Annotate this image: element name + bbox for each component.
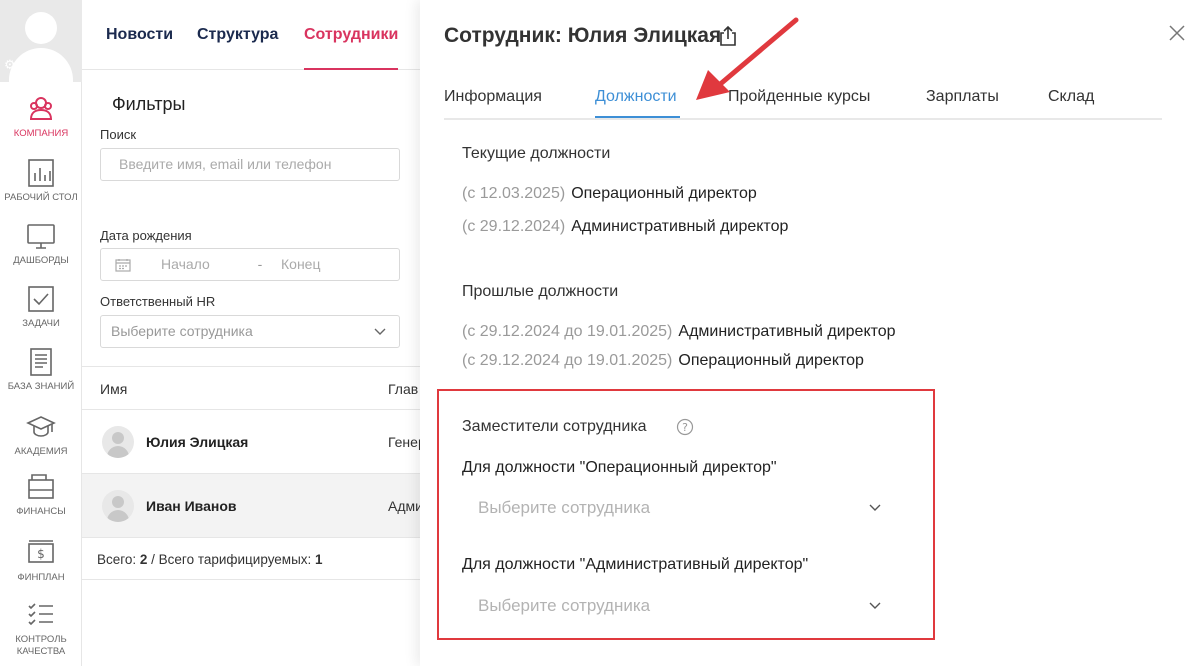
col-position[interactable]: Глав xyxy=(388,381,418,397)
position-date: (с 29.12.2024 до 19.01.2025) xyxy=(462,323,673,340)
chevron-down-icon xyxy=(374,328,386,335)
filters-title: Фильтры xyxy=(112,94,186,114)
calendar-icon xyxy=(115,258,131,272)
deputies-title: Заместители сотрудника xyxy=(462,418,647,435)
col-name[interactable]: Имя xyxy=(100,381,127,397)
panel-tabs: Информация Должности Пройденные курсы За… xyxy=(444,88,1162,120)
position-name: Операционный директор xyxy=(571,185,757,202)
rail-label: АКАДЕМИЯ xyxy=(14,446,68,457)
tab-warehouse[interactable]: Склад xyxy=(1048,88,1094,106)
deputy-select-administrative[interactable]: Выберите сотрудника xyxy=(462,586,892,626)
position-date: (с 29.12.2024 до 19.01.2025) xyxy=(462,352,673,369)
past-position-item: (с 29.12.2024 до 19.01.2025) Операционный… xyxy=(462,352,864,370)
rail-item-finance[interactable]: ФИНАНСЫ xyxy=(0,472,82,518)
tab-salaries[interactable]: Зарплаты xyxy=(926,88,999,106)
rail-item-desktop[interactable]: РАБОЧИЙ СТОЛ xyxy=(0,158,82,204)
checkbox-icon xyxy=(28,286,54,312)
tab-structure[interactable]: Структура xyxy=(197,26,278,44)
hr-select[interactable]: Выберите сотрудника xyxy=(100,315,400,348)
rail-label: РАБОЧИЙ СТОЛ xyxy=(4,192,78,203)
rail-item-finplan[interactable]: $ ФИНПЛАН xyxy=(0,538,82,584)
rail-item-academy[interactable]: АКАДЕМИЯ xyxy=(0,412,82,458)
tab-information[interactable]: Информация xyxy=(444,88,542,106)
position-name: Операционный директор xyxy=(678,352,864,369)
employee-name[interactable]: Юлия Элицкая xyxy=(146,434,248,450)
avatar xyxy=(102,490,134,522)
rail-label: ДАШБОРДЫ xyxy=(13,255,69,266)
filters-panel: Фильтры Поиск Введите имя, email или тел… xyxy=(82,70,422,370)
hr-select-value: Выберите сотрудника xyxy=(111,323,253,339)
panel-title: Сотрудник: Юлия Элицкая xyxy=(444,24,722,47)
current-position-item: (с 12.03.2025) Операционный директор xyxy=(462,185,757,203)
deputy-label-administrative: Для должности "Административный директор… xyxy=(462,556,809,573)
close-icon[interactable] xyxy=(1168,24,1186,42)
gear-icon[interactable]: ⚙ xyxy=(4,58,18,72)
rail-label: КОНТРОЛЬ КАЧЕСТВА xyxy=(15,634,67,657)
app-root: ⚙ КОМПАНИЯ РАБОЧИЙ СТОЛ ДАШБОРДЫ ЗАДАЧИ … xyxy=(0,0,1204,666)
past-position-item: (с 29.12.2024 до 19.01.2025) Администрати… xyxy=(462,323,896,341)
position-date: (с 29.12.2024) xyxy=(462,218,566,235)
table-row[interactable]: Иван Иванов Адми xyxy=(82,474,423,538)
tab-active-underline xyxy=(595,116,680,118)
employee-role: Адми xyxy=(388,498,423,514)
chevron-down-icon xyxy=(869,504,881,511)
tab-news[interactable]: Новости xyxy=(106,26,173,44)
document-icon xyxy=(30,348,52,376)
employee-name[interactable]: Иван Иванов xyxy=(146,498,237,514)
user-avatar[interactable]: ⚙ xyxy=(0,0,82,82)
deputy-select-operations[interactable]: Выберите сотрудника xyxy=(462,488,892,528)
current-positions-title: Текущие должности xyxy=(462,145,611,162)
rail-label: КОМПАНИЯ xyxy=(13,128,69,139)
checklist-icon xyxy=(28,603,53,626)
totals-prefix: Всего: xyxy=(97,552,140,567)
rail-item-company[interactable]: КОМПАНИЯ xyxy=(0,94,82,140)
rail-label: ФИНПЛАН xyxy=(17,572,65,583)
rail-label: ФИНАНСЫ xyxy=(16,506,66,517)
rail-item-quality-control[interactable]: КОНТРОЛЬ КАЧЕСТВА xyxy=(0,600,82,658)
monitor-icon xyxy=(27,224,55,249)
svg-text:$: $ xyxy=(37,547,45,561)
employee-panel: Сотрудник: Юлия Элицкая Информация Должн… xyxy=(420,0,1204,666)
wallet-icon xyxy=(28,474,54,499)
help-icon[interactable]: ? xyxy=(676,418,694,436)
table-header: Имя Глав xyxy=(82,366,422,410)
search-label: Поиск xyxy=(100,127,137,142)
table-row[interactable]: Юлия Элицкая Генер xyxy=(82,410,426,474)
hr-label: Ответственный HR xyxy=(100,294,216,309)
table-totals: Всего: 2 / Всего тарифицируемых: 1 xyxy=(82,538,422,580)
top-nav: Новости Структура Сотрудники xyxy=(82,0,422,70)
position-name: Административный директор xyxy=(571,218,789,235)
left-rail: ⚙ КОМПАНИЯ РАБОЧИЙ СТОЛ ДАШБОРДЫ ЗАДАЧИ … xyxy=(0,0,82,666)
current-position-item: (с 29.12.2024) Административный директор xyxy=(462,218,788,236)
tab-employees[interactable]: Сотрудники xyxy=(304,26,398,44)
chevron-down-icon xyxy=(869,602,881,609)
rail-label: ЗАДАЧИ xyxy=(22,318,60,329)
svg-text:?: ? xyxy=(682,421,688,434)
past-positions-title: Прошлые должности xyxy=(462,283,619,300)
position-date: (с 12.03.2025) xyxy=(462,185,566,202)
desktop-chart-icon xyxy=(28,159,54,187)
avatar xyxy=(102,426,134,458)
birth-date-range[interactable]: Начало - Конец xyxy=(100,248,400,281)
totals-billable-label: / Всего тарифицируемых: xyxy=(147,552,316,567)
company-icon xyxy=(29,97,53,120)
rail-item-tasks[interactable]: ЗАДАЧИ xyxy=(0,284,82,330)
rail-label: БАЗА ЗНАНИЙ xyxy=(7,381,75,392)
rail-item-knowledge-base[interactable]: БАЗА ЗНАНИЙ xyxy=(0,347,82,393)
search-input[interactable]: Введите имя, email или телефон xyxy=(100,148,400,181)
birth-start-input[interactable]: Начало xyxy=(161,249,241,280)
money-icon: $ xyxy=(28,540,54,563)
position-name: Административный директор xyxy=(678,323,896,340)
deputy-select-value: Выберите сотрудника xyxy=(478,498,651,517)
rail-item-dashboards[interactable]: ДАШБОРДЫ xyxy=(0,221,82,267)
graduation-cap-icon xyxy=(26,416,56,437)
birth-end-input[interactable]: Конец xyxy=(281,249,320,280)
birth-date-label: Дата рождения xyxy=(100,228,192,243)
date-separator: - xyxy=(257,256,263,272)
tab-positions[interactable]: Должности xyxy=(595,88,677,106)
red-arrow-annotation xyxy=(696,17,799,100)
deputy-select-value: Выберите сотрудника xyxy=(478,596,651,615)
deputy-label-operations: Для должности "Операционный директор" xyxy=(462,459,777,476)
totals-billable-count: 1 xyxy=(315,552,323,567)
